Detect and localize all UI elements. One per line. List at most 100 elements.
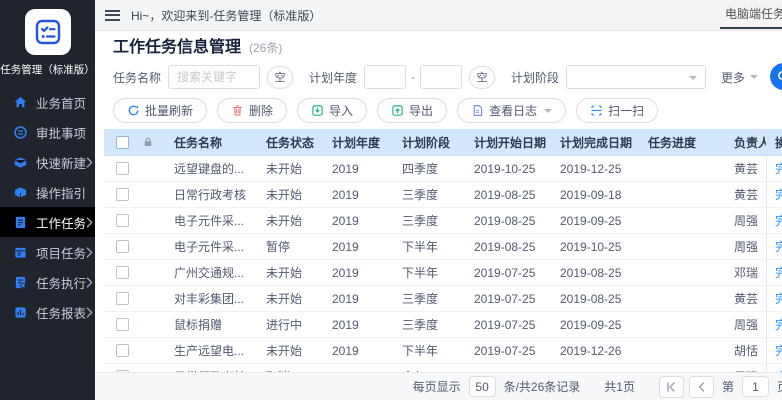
view-log-button[interactable]: 查看日志: [457, 98, 566, 123]
top-header-bar: Hi~，欢迎来到-任务管理（标准版） 电脑端任务: [95, 0, 782, 31]
complete-task-link[interactable]: 完成: [775, 342, 782, 359]
row-checkbox[interactable]: [116, 162, 129, 175]
select-all-checkbox[interactable]: [116, 136, 129, 149]
toolbar-button-label: 扫一扫: [608, 102, 644, 119]
sidebar-item-label: 业务首页: [36, 93, 86, 112]
sidebar-item-label: 任务报表: [36, 303, 86, 322]
sidebar-item-approvals[interactable]: 审批事项: [0, 117, 95, 147]
more-filters-button[interactable]: 更多: [721, 69, 758, 86]
cell-task-name[interactable]: 电子元件采...: [166, 212, 258, 229]
cell-plan-year: 2019: [324, 162, 394, 176]
cell-task-name[interactable]: 电子元件采...: [166, 238, 258, 255]
complete-task-link[interactable]: 完成: [775, 238, 782, 255]
cell-end-date: 2019-10-25: [552, 240, 640, 254]
lock-icon: [142, 136, 154, 148]
batch-refresh-button[interactable]: 批量刷新: [113, 98, 207, 123]
table-row: 日常行政考核未开始2019三季度2019-08-252019-09-18黄芸完成: [104, 182, 782, 208]
cell-plan-stage: 三季度: [394, 290, 466, 307]
complete-task-link[interactable]: 完成: [775, 316, 782, 333]
sidebar-item-quick-create[interactable]: 快速新建: [0, 147, 95, 177]
trash-icon: [231, 104, 244, 117]
cell-owner: 周强: [726, 316, 766, 333]
cell-actions: 完成: [766, 260, 782, 285]
sidebar-item-label: 项目任务: [36, 243, 86, 262]
cell-task-status: 未开始: [258, 160, 324, 177]
cell-actions: 完成: [766, 208, 782, 233]
cell-end-date: 2019-09-18: [552, 188, 640, 202]
page-prefix-label: 第: [722, 378, 734, 395]
current-page-input[interactable]: [742, 376, 769, 397]
task-checklist-logo-icon: [25, 9, 71, 55]
range-separator: -: [411, 70, 415, 84]
row-checkbox[interactable]: [116, 266, 129, 279]
clear-task-name-button[interactable]: 空: [267, 66, 293, 89]
sidebar-item-task-reports[interactable]: 任务报表: [0, 297, 95, 327]
cell-owner: 黄芸: [726, 290, 766, 307]
table-row: 广州交通规...未开始2019下半年2019-07-252019-08-25邓瑞…: [104, 260, 782, 286]
row-checkbox[interactable]: [116, 344, 129, 357]
complete-task-link[interactable]: 完成: [775, 186, 782, 203]
task-name-input[interactable]: [168, 65, 260, 89]
sidebar-item-guide[interactable]: 操作指引: [0, 177, 95, 207]
row-select-cell: [104, 318, 140, 331]
approval-icon: [13, 125, 28, 140]
cell-owner: 周强: [726, 238, 766, 255]
cell-owner: 黄芸: [726, 186, 766, 203]
cell-task-name[interactable]: 对丰彩集团...: [166, 290, 258, 307]
search-button[interactable]: [770, 63, 782, 90]
column-header-action: 操作: [766, 129, 782, 155]
cell-task-name[interactable]: 远望键盘的...: [166, 160, 258, 177]
sidebar-item-project-tasks[interactable]: 项目任务: [0, 237, 95, 267]
row-checkbox[interactable]: [116, 318, 129, 331]
chevron-right-icon: [86, 247, 93, 258]
row-checkbox[interactable]: [116, 214, 129, 227]
column-header-status: 任务状态: [258, 134, 324, 151]
chevron-right-icon: [86, 307, 93, 318]
cell-actions: 完成: [766, 338, 782, 363]
import-button[interactable]: 导入: [297, 98, 367, 123]
cell-task-name[interactable]: 广州交通规...: [166, 264, 258, 281]
plan-year-to-input[interactable]: [420, 65, 462, 89]
sidebar-item-task-execution[interactable]: 任务执行: [0, 267, 95, 297]
row-checkbox[interactable]: [116, 292, 129, 305]
complete-task-link[interactable]: 完成: [775, 290, 782, 307]
cell-task-name[interactable]: 日常行政考核: [166, 186, 258, 203]
plan-year-label: 计划年度: [309, 69, 357, 86]
complete-task-link[interactable]: 完成: [775, 160, 782, 177]
delete-button[interactable]: 删除: [217, 98, 287, 123]
cell-task-status: 未开始: [258, 264, 324, 281]
cell-owner: 黄芸: [726, 160, 766, 177]
export-button[interactable]: 导出: [377, 98, 447, 123]
plan-stage-select[interactable]: [566, 65, 706, 89]
scan-button[interactable]: 扫一扫: [576, 98, 658, 123]
complete-task-link[interactable]: 完成: [775, 212, 782, 229]
table-header-row: 任务名称任务状态计划年度计划阶段计划开始日期计划完成日期任务进度负责人操作: [104, 129, 782, 156]
cell-task-status: 未开始: [258, 342, 324, 359]
column-header-prog: 任务进度: [640, 134, 726, 151]
cell-plan-stage: 下半年: [394, 238, 466, 255]
toolbar-button-label: 查看日志: [489, 102, 537, 119]
cell-task-name[interactable]: 鼠标捐赠: [166, 316, 258, 333]
tab-pc-task[interactable]: 电脑端任务: [720, 0, 782, 29]
clear-plan-year-button[interactable]: 空: [469, 66, 495, 89]
sidebar-item-home[interactable]: 业务首页: [0, 87, 95, 117]
cell-start-date: 2019-07-25: [466, 344, 552, 358]
row-checkbox[interactable]: [116, 240, 129, 253]
row-checkbox[interactable]: [116, 188, 129, 201]
per-page-input[interactable]: [469, 376, 496, 397]
lock-column-header: [140, 136, 166, 148]
cell-task-name[interactable]: 生产远望电...: [166, 342, 258, 359]
hamburger-menu-icon[interactable]: [105, 10, 120, 21]
row-select-cell: [104, 344, 140, 357]
prev-page-button[interactable]: [689, 376, 714, 398]
cell-plan-year: 2019: [324, 266, 394, 280]
chevron-down-icon: [544, 109, 552, 117]
cell-task-status: 未开始: [258, 212, 324, 229]
first-page-button[interactable]: [659, 376, 684, 398]
home-icon: [13, 95, 28, 110]
sidebar-item-work-tasks[interactable]: 工作任务: [0, 207, 95, 237]
chevron-down-icon: [689, 76, 697, 84]
plan-year-from-input[interactable]: [364, 65, 406, 89]
plan-stage-label: 计划阶段: [511, 69, 559, 86]
complete-task-link[interactable]: 完成: [775, 264, 782, 281]
